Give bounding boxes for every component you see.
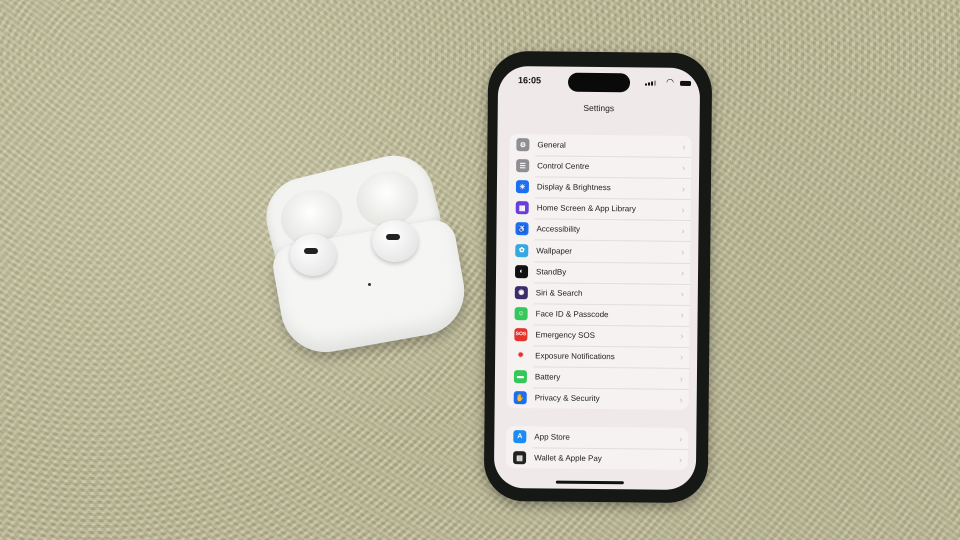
settings-item-label: Face ID & Passcode bbox=[535, 309, 609, 319]
settings-item-label: General bbox=[537, 140, 566, 150]
settings-item-face-id-passcode[interactable]: ☺ Face ID & Passcode › bbox=[508, 303, 690, 326]
app-grid-icon: ▦ bbox=[515, 201, 529, 215]
airpod-right bbox=[372, 220, 418, 262]
settings-item-general[interactable]: ⚙ General › bbox=[509, 134, 691, 157]
status-led bbox=[368, 283, 371, 286]
wifi-icon: ◠ bbox=[666, 76, 675, 87]
status-bar: 16:05 ◠ bbox=[498, 66, 700, 96]
settings-item-wallpaper[interactable]: ✿ Wallpaper › bbox=[508, 240, 690, 263]
settings-item-label: Battery bbox=[534, 372, 561, 382]
app-store-icon: A bbox=[513, 430, 527, 444]
chevron-right-icon: › bbox=[679, 433, 683, 444]
sos-icon: SOS bbox=[514, 328, 528, 342]
chevron-right-icon: › bbox=[679, 373, 683, 384]
chevron-right-icon: › bbox=[680, 289, 684, 300]
chevron-right-icon: › bbox=[680, 331, 684, 342]
settings-item-privacy-security[interactable]: ✋ Privacy & Security › bbox=[507, 387, 689, 410]
settings-item-label: Wallet & Apple Pay bbox=[534, 453, 602, 464]
gear-icon: ⚙ bbox=[516, 138, 530, 152]
chevron-right-icon: › bbox=[681, 183, 685, 194]
chevron-right-icon: › bbox=[680, 310, 684, 321]
settings-item-wallet-apple-pay[interactable]: ▤ Wallet & Apple Pay › bbox=[506, 447, 688, 470]
chevron-right-icon: › bbox=[681, 204, 685, 215]
settings-item-app-store[interactable]: A App Store › bbox=[506, 426, 688, 449]
chevron-right-icon: › bbox=[680, 267, 685, 279]
sun-icon: ☀ bbox=[515, 180, 530, 194]
settings-item-display-brightness[interactable]: ☀ Display & Brightness › bbox=[509, 176, 691, 199]
flower-icon: ✿ bbox=[515, 243, 529, 257]
hand-icon: ✋ bbox=[513, 391, 527, 405]
settings-item-emergency-sos[interactable]: SOS Emergency SOS › bbox=[507, 324, 689, 347]
settings-item-label: Display & Brightness bbox=[536, 182, 611, 193]
battery-setting-icon: ▬ bbox=[513, 370, 528, 384]
exposure-icon: ✹ bbox=[514, 349, 528, 363]
airpod-left bbox=[290, 234, 336, 276]
settings-item-standby[interactable]: ◐ StandBy › bbox=[508, 261, 690, 284]
airpods-case bbox=[257, 147, 472, 360]
chevron-right-icon: › bbox=[681, 225, 685, 236]
chevron-right-icon: › bbox=[679, 454, 683, 465]
settings-item-label: StandBy bbox=[536, 266, 567, 277]
standby-icon: ◐ bbox=[514, 264, 529, 278]
page-title: Settings bbox=[583, 102, 615, 114]
status-time: 16:05 bbox=[518, 75, 542, 86]
toggles-icon: ☰ bbox=[516, 159, 530, 173]
settings-item-siri-search[interactable]: ◉ Siri & Search › bbox=[508, 282, 690, 305]
settings-item-label: Home Screen & App Library bbox=[536, 203, 636, 214]
chevron-right-icon: › bbox=[679, 394, 683, 405]
settings-item-label: Wallpaper bbox=[536, 245, 573, 256]
carpet-background bbox=[0, 0, 960, 540]
cellular-signal-icon bbox=[645, 80, 657, 86]
settings-item-label: Emergency SOS bbox=[535, 330, 596, 340]
settings-item-control-centre[interactable]: ☰ Control Centre › bbox=[509, 155, 691, 178]
settings-item-label: App Store bbox=[534, 432, 570, 442]
phone-screen: 16:05 ◠ Settings ⚙ General › ☰ Control Centr… bbox=[493, 65, 701, 491]
dynamic-island bbox=[567, 72, 631, 93]
chevron-right-icon: › bbox=[682, 141, 686, 152]
settings-item-battery[interactable]: ▬ Battery › bbox=[507, 366, 689, 389]
settings-item-label: Exposure Notifications bbox=[535, 351, 615, 362]
settings-item-home-screen-app-library[interactable]: ▦ Home Screen & App Library › bbox=[509, 197, 691, 220]
settings-item-label: Accessibility bbox=[536, 224, 581, 235]
face-id-icon: ☺ bbox=[514, 306, 528, 321]
home-indicator[interactable] bbox=[555, 480, 624, 485]
wallet-icon: ▤ bbox=[513, 451, 527, 465]
settings-group-main: ⚙ General › ☰ Control Centre › ☀ Display & Brig… bbox=[506, 134, 692, 411]
settings-item-accessibility[interactable]: ♿ Accessibility › bbox=[508, 218, 690, 241]
settings-group-apps: A App Store › ▤ Wallet & Apple Pay › bbox=[505, 426, 689, 471]
chevron-right-icon: › bbox=[680, 352, 684, 363]
siri-icon: ◉ bbox=[514, 285, 528, 299]
settings-item-label: Control Centre bbox=[537, 161, 590, 172]
chevron-right-icon: › bbox=[681, 246, 685, 257]
iphone: 16:05 ◠ Settings ⚙ General › ☰ Control Centr… bbox=[483, 50, 713, 504]
battery-icon bbox=[680, 80, 692, 86]
settings-item-label: Siri & Search bbox=[535, 288, 583, 298]
chevron-right-icon: › bbox=[682, 162, 686, 173]
settings-item-exposure-notifications[interactable]: ✹ Exposure Notifications › bbox=[507, 345, 689, 368]
accessibility-icon: ♿ bbox=[515, 222, 529, 236]
settings-item-label: Privacy & Security bbox=[534, 393, 600, 404]
